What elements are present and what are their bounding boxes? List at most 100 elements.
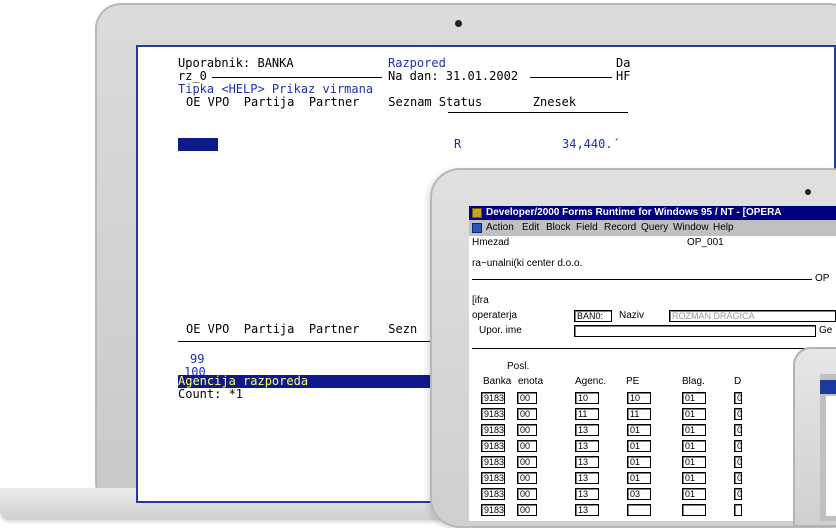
- menu-query[interactable]: Query: [641, 221, 668, 235]
- column-header-enota: enota: [518, 376, 544, 387]
- header-underline: [448, 112, 628, 113]
- column-header-blag: Blag.: [682, 376, 705, 387]
- grid-cell-blag[interactable]: 01: [682, 488, 706, 500]
- grid-cell-blag[interactable]: 01: [682, 408, 706, 420]
- grid-cell-blag[interactable]: 01: [682, 440, 706, 452]
- label-sifra: [ifra: [472, 295, 489, 306]
- laptop-third-titlebar: [820, 380, 836, 394]
- form-icon[interactable]: [472, 223, 482, 233]
- grid-cell-banka[interactable]: 9183: [481, 408, 505, 420]
- menu-bar: Action Edit Block Field Record Query Win…: [469, 221, 836, 235]
- grid-cell-pe[interactable]: 01: [627, 424, 651, 436]
- window-title: Developer/2000 Forms Runtime for Windows…: [486, 207, 782, 218]
- column-header-agenc: Agenc.: [575, 376, 607, 387]
- grid-cell-agenc[interactable]: 10: [575, 392, 599, 404]
- column-header-d: D: [734, 376, 742, 387]
- app-icon: [472, 208, 482, 218]
- menu-window[interactable]: Window: [673, 221, 709, 235]
- grid-cell-agenc[interactable]: 13: [575, 504, 599, 516]
- grid-cell-banka[interactable]: 9183: [481, 456, 505, 468]
- grid-cell-blag[interactable]: 01: [682, 392, 706, 404]
- grid-cell-enota[interactable]: 00: [517, 472, 537, 484]
- grid-cell-pe[interactable]: [627, 504, 651, 516]
- grid-cell-blag[interactable]: [682, 504, 706, 516]
- grid-cell-pe[interactable]: 11: [627, 408, 651, 420]
- column-header-pe: PE: [626, 376, 640, 387]
- menu-help[interactable]: Help: [713, 221, 734, 235]
- column-header-banka: Banka: [483, 376, 512, 387]
- grid-cell-agenc[interactable]: 13: [575, 424, 599, 436]
- grid-cell-agenc[interactable]: 13: [575, 456, 599, 468]
- label-upor-ime: Upor. ime: [479, 325, 522, 336]
- date-line: Na dan: 31.01.2002: [388, 69, 519, 83]
- grid-cell-d[interactable]: 0: [734, 456, 742, 468]
- grid-cell-banka[interactable]: 9183: [481, 488, 505, 500]
- grid-cell-banka[interactable]: 9183: [481, 472, 505, 484]
- selected-cell-cursor[interactable]: [178, 138, 218, 151]
- form-canvas: Hmezad OP_001 ra~unalni(ki center d.o.o.…: [469, 236, 836, 521]
- window-title-bar: Developer/2000 Forms Runtime for Windows…: [469, 206, 836, 220]
- laptop-camera-icon: [805, 189, 811, 195]
- row-amount: 34,440.´: [562, 137, 620, 151]
- grid-cell-d[interactable]: 0: [734, 440, 742, 452]
- grid-cell-blag[interactable]: 01: [682, 456, 706, 468]
- laptop-third-content: [826, 396, 836, 516]
- grid-cell-enota[interactable]: 00: [517, 392, 537, 404]
- grid-cell-enota[interactable]: 00: [517, 408, 537, 420]
- grid-cell-banka[interactable]: 9183: [481, 392, 505, 404]
- grid-cell-enota[interactable]: 00: [517, 440, 537, 452]
- divider: [530, 77, 612, 78]
- menu-action[interactable]: Action: [486, 221, 514, 235]
- grid-cell-agenc[interactable]: 13: [575, 488, 599, 500]
- grid-cell-pe[interactable]: 10: [627, 392, 651, 404]
- grid-cell-banka[interactable]: 9183: [481, 504, 505, 516]
- grid-cell-agenc[interactable]: 13: [575, 472, 599, 484]
- grid-cell-blag[interactable]: 01: [682, 424, 706, 436]
- row-status: R: [454, 137, 462, 151]
- grid-cell-enota[interactable]: 00: [517, 504, 537, 516]
- grid-cell-pe[interactable]: 01: [627, 440, 651, 452]
- grid-cell-d[interactable]: 0: [734, 488, 742, 500]
- column-header-top: OE VPO Partija Partner Seznam Status Zne…: [186, 95, 577, 109]
- grid-cell-enota[interactable]: 00: [517, 488, 537, 500]
- grid-cell-d[interactable]: [734, 504, 742, 516]
- divider: [212, 77, 382, 78]
- grid-cell-d[interactable]: 0: [734, 424, 742, 436]
- grid-cell-agenc[interactable]: 11: [575, 408, 599, 420]
- company-short: Hmezad: [472, 237, 510, 248]
- grid-cell-agenc[interactable]: 13: [575, 440, 599, 452]
- username-field[interactable]: [574, 325, 816, 337]
- laptop-camera-icon: [455, 20, 462, 27]
- column-header-posl: Posl.: [507, 361, 530, 372]
- menu-record[interactable]: Record: [604, 221, 636, 235]
- grid-cell-pe[interactable]: 03: [627, 488, 651, 500]
- operator-code-field[interactable]: BAN0:: [574, 310, 612, 322]
- header-underline: [178, 341, 448, 342]
- grid-cell-banka[interactable]: 9183: [481, 424, 505, 436]
- grid-cell-d[interactable]: 0: [734, 392, 742, 404]
- grid-cell-d[interactable]: 0: [734, 472, 742, 484]
- grid-cell-blag[interactable]: 01: [682, 472, 706, 484]
- menu-field[interactable]: Field: [576, 221, 598, 235]
- column-header-bottom: OE VPO Partija Partner Sezn: [186, 322, 418, 336]
- operator-name-field[interactable]: ROZMAN DRAGICA: [669, 310, 836, 322]
- forms-window: Developer/2000 Forms Runtime for Windows…: [469, 206, 836, 521]
- grid-cell-pe[interactable]: 01: [627, 456, 651, 468]
- company-name: ra~unalni(ki center d.o.o.: [472, 258, 583, 269]
- menu-edit[interactable]: Edit: [522, 221, 539, 235]
- grid-cell-d[interactable]: 0: [734, 408, 742, 420]
- section-code: OP: [815, 273, 830, 284]
- right-code: HF: [616, 69, 631, 83]
- form-code: OP_001: [687, 237, 724, 248]
- grid-cell-pe[interactable]: 01: [627, 472, 651, 484]
- label-naziv: Naziv: [619, 310, 645, 321]
- record-count: Count: *1: [178, 387, 244, 401]
- divider: [472, 348, 836, 349]
- grid-cell-enota[interactable]: 00: [517, 456, 537, 468]
- divider: [472, 279, 812, 280]
- grid-cell-banka[interactable]: 9183: [481, 440, 505, 452]
- label-operaterja: operaterja: [472, 310, 518, 321]
- menu-block[interactable]: Block: [546, 221, 570, 235]
- label-ge: Ge: [819, 325, 833, 336]
- grid-cell-enota[interactable]: 00: [517, 424, 537, 436]
